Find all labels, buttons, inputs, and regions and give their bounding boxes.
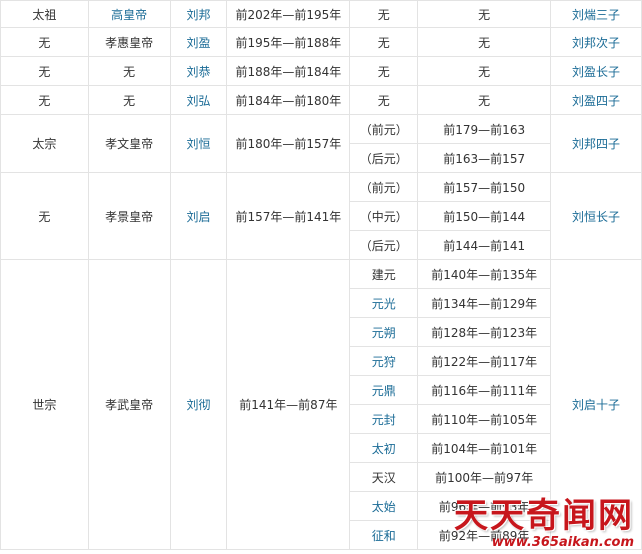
emperor-table: 太祖 高皇帝 刘邦 前202年—前195年 无 无 刘煓三子 无 孝惠皇帝 刘盈… — [0, 0, 642, 550]
era-span-cell: 无 — [417, 0, 552, 28]
temple-name-cell: 世宗 — [0, 259, 89, 550]
posthumous-name-cell: 孝武皇帝 — [87, 259, 171, 550]
reign-period-cell: 前188年—前184年 — [226, 56, 351, 86]
era-name-cell: （前元） — [349, 172, 419, 202]
temple-name-cell: 太宗 — [0, 114, 89, 173]
era-span-cell: 无 — [417, 56, 552, 86]
era-span-cell: 前116年—前111年 — [417, 375, 552, 405]
table-row: 无 无 刘恭 前188年—前184年 无 无 刘盈长子 — [0, 56, 642, 86]
emperor-name-link[interactable]: 刘恒 — [169, 114, 228, 173]
emperor-name-link[interactable]: 刘盈 — [169, 27, 228, 57]
era-span-cell: 前122年—前117年 — [417, 346, 552, 376]
era-name-cell: （前元） — [349, 114, 419, 144]
era-span-cell: 前128年—前123年 — [417, 317, 552, 347]
era-name-cell: 天汉 — [349, 462, 419, 492]
relation-link[interactable]: 刘启十子 — [550, 259, 642, 550]
era-name-cell: 无 — [349, 27, 419, 57]
posthumous-name-cell: 孝惠皇帝 — [87, 27, 171, 57]
emperor-name-link[interactable]: 刘启 — [169, 172, 228, 260]
era-span-cell: 前110年—前105年 — [417, 404, 552, 434]
reign-period-cell: 前202年—前195年 — [226, 0, 351, 28]
reign-period-cell: 前141年—前87年 — [226, 259, 351, 550]
relation-link[interactable]: 刘邦次子 — [550, 27, 642, 57]
era-name-cell: 无 — [349, 56, 419, 86]
relation-link[interactable]: 刘盈长子 — [550, 56, 642, 86]
era-span-cell: 前179—前163 — [417, 114, 552, 144]
relation-link[interactable]: 刘盈四子 — [550, 85, 642, 115]
era-name-link[interactable]: 元狩 — [349, 346, 419, 376]
era-span-cell: 前96年—前93年 — [417, 491, 552, 521]
temple-name-cell: 太祖 — [0, 0, 89, 28]
era-name-cell: （中元） — [349, 201, 419, 231]
table-row: 世宗 孝武皇帝 刘彻 前141年—前87年 建元 前140年—前135年 刘启十… — [0, 259, 642, 550]
temple-name-cell: 无 — [0, 85, 89, 115]
era-name-link[interactable]: 元朔 — [349, 317, 419, 347]
era-span-cell: 前157—前150 — [417, 172, 552, 202]
era-span-cell: 前140年—前135年 — [417, 259, 552, 289]
era-name-cell: （后元） — [349, 143, 419, 173]
reign-period-cell: 前184年—前180年 — [226, 85, 351, 115]
temple-name-cell: 无 — [0, 56, 89, 86]
table-row: 无 孝景皇帝 刘启 前157年—前141年 （前元） 前157—前150 刘恒长… — [0, 172, 642, 260]
posthumous-name-cell: 孝文皇帝 — [87, 114, 171, 173]
era-span-cell: 前92年—前89年 — [417, 520, 552, 550]
relation-link[interactable]: 刘煓三子 — [550, 0, 642, 28]
emperor-name-link[interactable]: 刘弘 — [169, 85, 228, 115]
era-span-cell: 前134年—前129年 — [417, 288, 552, 318]
temple-name-cell: 无 — [0, 27, 89, 57]
era-span-cell: 前144—前141 — [417, 230, 552, 260]
relation-link[interactable]: 刘邦四子 — [550, 114, 642, 173]
era-name-link[interactable]: 元光 — [349, 288, 419, 318]
relation-link[interactable]: 刘恒长子 — [550, 172, 642, 260]
reign-period-cell: 前157年—前141年 — [226, 172, 351, 260]
emperor-name-link[interactable]: 刘恭 — [169, 56, 228, 86]
table-row: 太宗 孝文皇帝 刘恒 前180年—前157年 （前元） 前179—前163 刘邦… — [0, 114, 642, 173]
reign-period-cell: 前180年—前157年 — [226, 114, 351, 173]
era-name-link[interactable]: 征和 — [349, 520, 419, 550]
era-span-cell: 无 — [417, 27, 552, 57]
era-name-cell: 无 — [349, 0, 419, 28]
era-span-cell: 无 — [417, 85, 552, 115]
era-span-cell: 前104年—前101年 — [417, 433, 552, 463]
era-name-link[interactable]: 太始 — [349, 491, 419, 521]
reign-period-cell: 前195年—前188年 — [226, 27, 351, 57]
posthumous-name-cell: 无 — [87, 85, 171, 115]
era-name-link[interactable]: 元鼎 — [349, 375, 419, 405]
table-row: 太祖 高皇帝 刘邦 前202年—前195年 无 无 刘煓三子 — [0, 0, 642, 28]
era-name-link[interactable]: 太初 — [349, 433, 419, 463]
posthumous-name-link[interactable]: 高皇帝 — [87, 0, 171, 28]
emperor-name-link[interactable]: 刘彻 — [169, 259, 228, 550]
posthumous-name-cell: 孝景皇帝 — [87, 172, 171, 260]
emperor-name-link[interactable]: 刘邦 — [169, 0, 228, 28]
table-row: 无 无 刘弘 前184年—前180年 无 无 刘盈四子 — [0, 85, 642, 115]
posthumous-name-cell: 无 — [87, 56, 171, 86]
table-row: 无 孝惠皇帝 刘盈 前195年—前188年 无 无 刘邦次子 — [0, 27, 642, 57]
era-name-cell: （后元） — [349, 230, 419, 260]
era-name-cell: 无 — [349, 85, 419, 115]
era-name-cell: 建元 — [349, 259, 419, 289]
era-span-cell: 前100年—前97年 — [417, 462, 552, 492]
era-span-cell: 前163—前157 — [417, 143, 552, 173]
era-span-cell: 前150—前144 — [417, 201, 552, 231]
temple-name-cell: 无 — [0, 172, 89, 260]
era-name-link[interactable]: 元封 — [349, 404, 419, 434]
